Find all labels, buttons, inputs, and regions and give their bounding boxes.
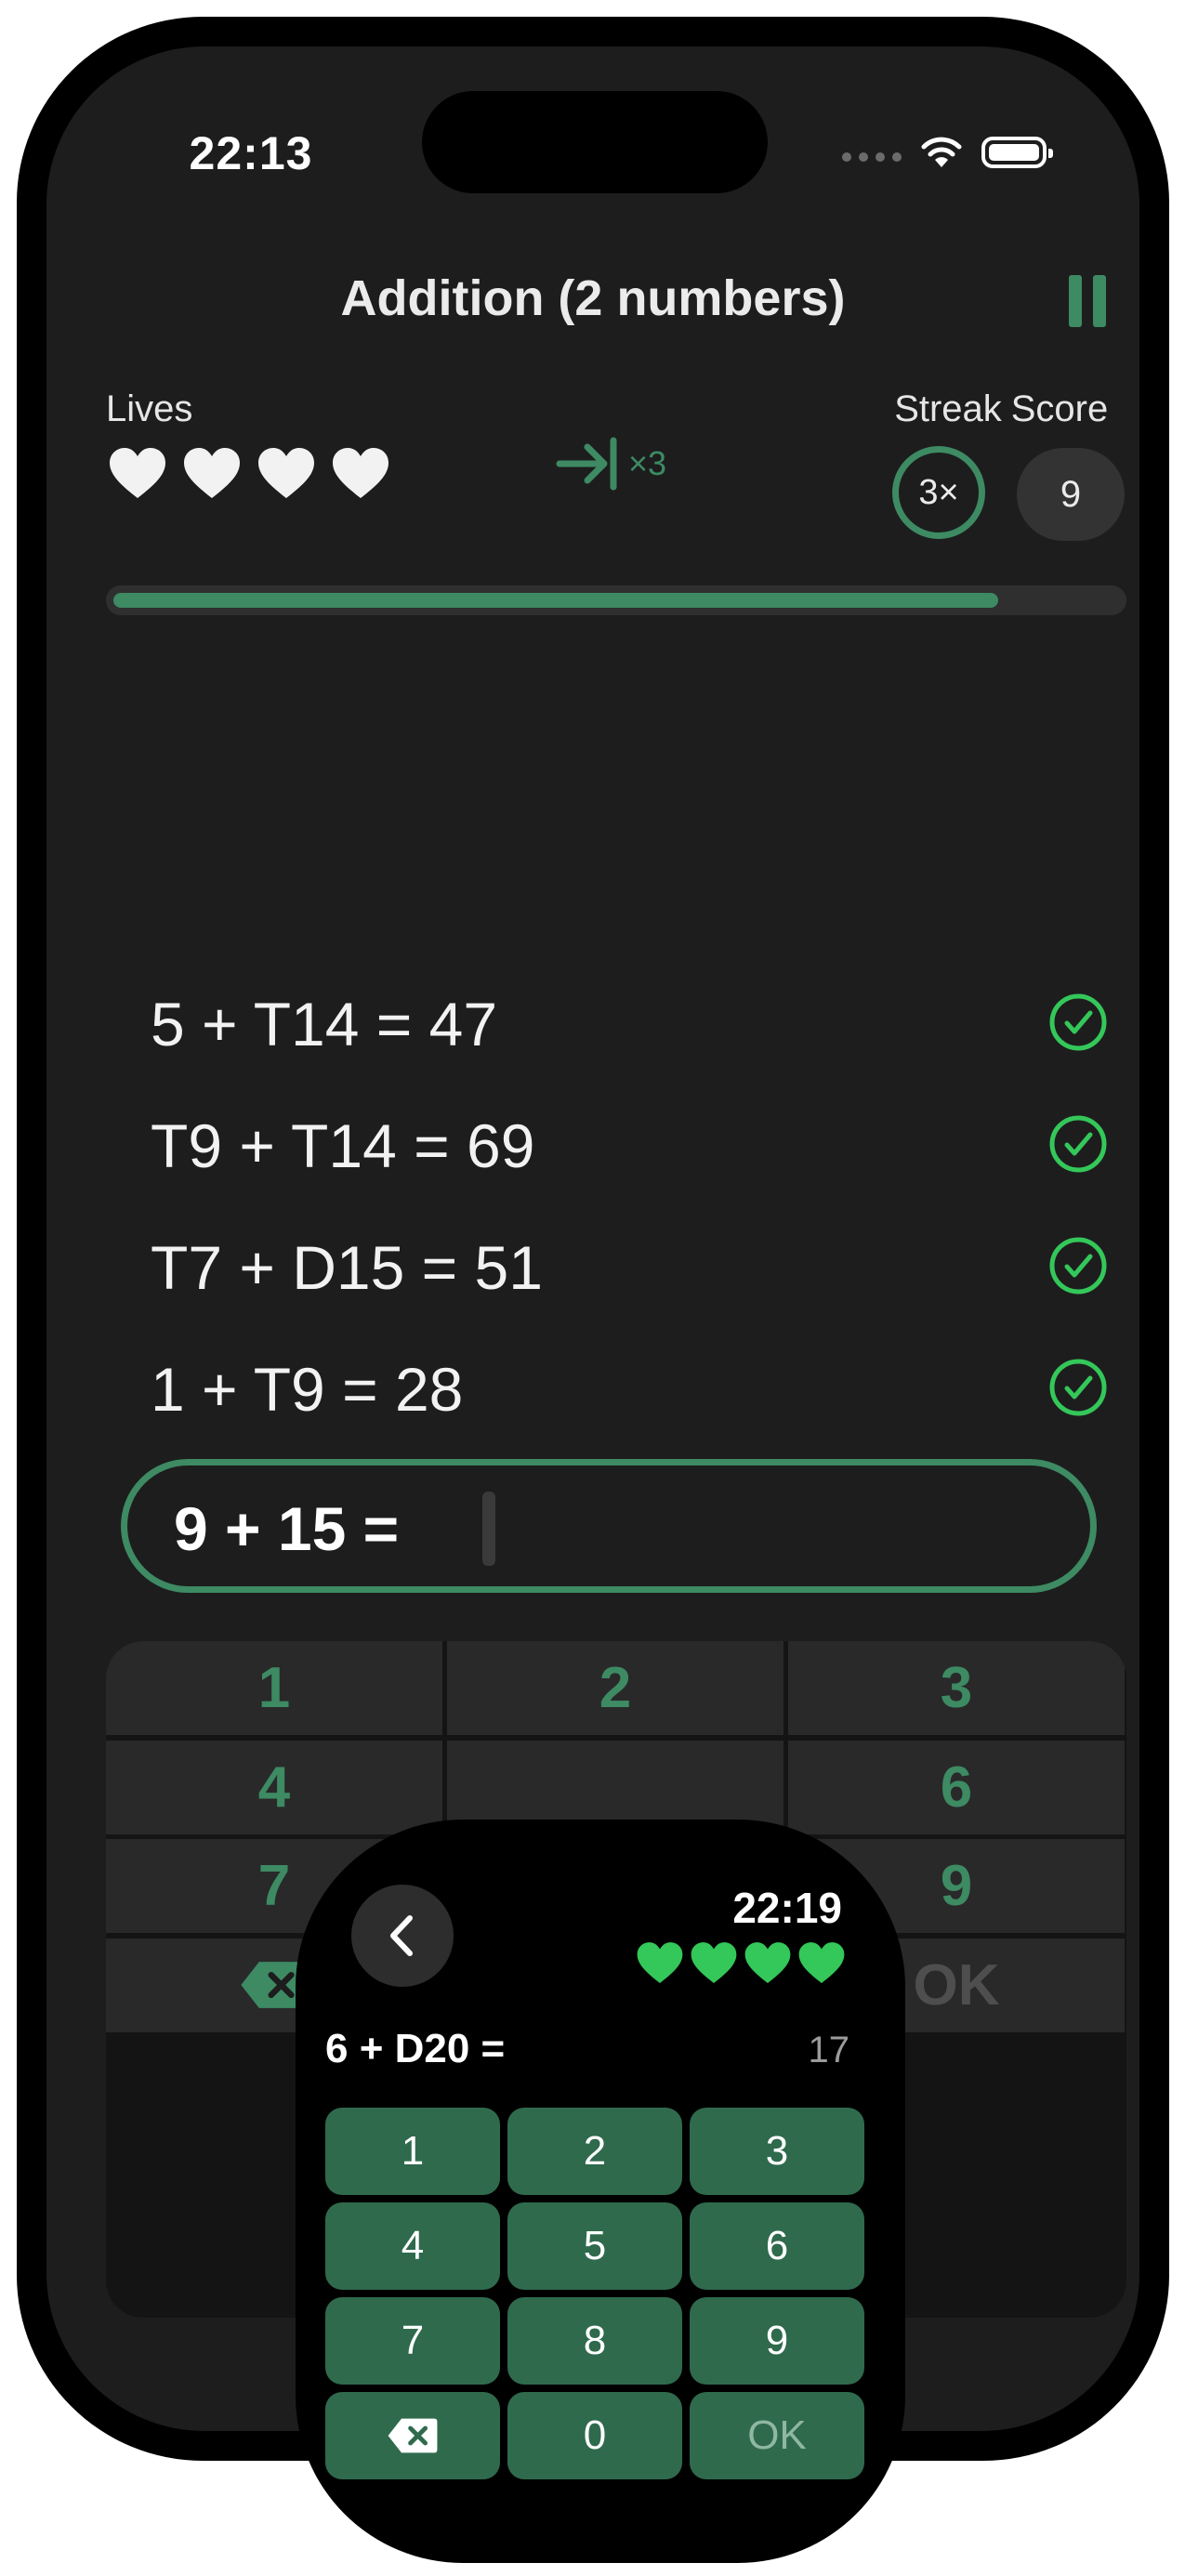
watch-key-9[interactable]: 9 bbox=[690, 2297, 864, 2385]
heart-icon bbox=[184, 448, 240, 498]
key-1[interactable]: 1 bbox=[106, 1641, 442, 1735]
answer-history: 5 + T14 = 47 T9 + T14 = 69 T7 + D15 = 51 1 … bbox=[151, 987, 1108, 1474]
key-6[interactable]: 6 bbox=[788, 1740, 1125, 1834]
heart-icon bbox=[333, 448, 388, 498]
watch-key-8[interactable]: 8 bbox=[507, 2297, 682, 2385]
watch-question: 6 + D20 = bbox=[325, 2026, 506, 2071]
heart-icon bbox=[110, 448, 165, 498]
page-title: Addition (2 numbers) bbox=[340, 270, 846, 326]
watch-backspace-key[interactable] bbox=[325, 2392, 500, 2479]
lives-label: Lives bbox=[106, 388, 193, 429]
watch-answer-hint: 17 bbox=[808, 2030, 850, 2070]
progress-bar bbox=[106, 585, 1126, 615]
watch-key-1[interactable]: 1 bbox=[325, 2108, 500, 2195]
key-4[interactable]: 4 bbox=[106, 1740, 442, 1834]
chevron-left-icon bbox=[390, 1915, 413, 1956]
watch-ok-key[interactable]: OK bbox=[690, 2392, 864, 2479]
history-row: 1 + T9 = 28 bbox=[151, 1352, 1108, 1474]
history-equation: 5 + T14 = 47 bbox=[151, 990, 498, 1058]
cellular-signal-icon bbox=[842, 143, 902, 162]
key-3[interactable]: 3 bbox=[788, 1641, 1125, 1735]
progress-fill bbox=[113, 593, 999, 608]
skip-button[interactable]: ×3 bbox=[556, 435, 666, 493]
key-2[interactable]: 2 bbox=[447, 1641, 783, 1735]
status-time: 22:13 bbox=[189, 127, 313, 179]
watch-key-3[interactable]: 3 bbox=[690, 2108, 864, 2195]
heart-icon bbox=[258, 448, 314, 498]
backspace-icon bbox=[388, 2418, 438, 2453]
history-equation: 1 + T9 = 28 bbox=[151, 1355, 464, 1424]
watch-back-button[interactable] bbox=[351, 1885, 454, 1987]
skip-forward-icon bbox=[556, 437, 617, 491]
current-question: 9 + 15 = bbox=[174, 1494, 400, 1563]
history-row: T7 + D15 = 51 bbox=[151, 1230, 1108, 1352]
dynamic-island bbox=[422, 91, 768, 193]
green-heart-icon bbox=[637, 1942, 683, 1983]
history-row: T9 + T14 = 69 bbox=[151, 1109, 1108, 1230]
watch-time: 22:19 bbox=[732, 1884, 842, 1932]
pause-button[interactable] bbox=[1067, 275, 1108, 327]
green-heart-icon bbox=[798, 1942, 845, 1983]
history-equation: T7 + D15 = 51 bbox=[151, 1233, 543, 1302]
watch-key-0[interactable]: 0 bbox=[507, 2392, 682, 2479]
history-row: 5 + T14 = 47 bbox=[151, 987, 1108, 1109]
green-heart-icon bbox=[744, 1942, 791, 1983]
status-icons bbox=[842, 132, 1053, 173]
wifi-icon bbox=[921, 137, 962, 167]
answer-input[interactable]: 9 + 15 = bbox=[121, 1459, 1097, 1593]
score-badge: 9 bbox=[1017, 448, 1125, 541]
history-equation: T9 + T14 = 69 bbox=[151, 1111, 535, 1180]
checkmark-circle-icon bbox=[1049, 1237, 1107, 1295]
input-caret bbox=[482, 1492, 495, 1566]
lives-hearts bbox=[108, 446, 390, 500]
checkmark-circle-icon bbox=[1049, 1115, 1107, 1173]
watch-lives-hearts bbox=[636, 1940, 846, 1985]
skip-multiplier: ×3 bbox=[628, 444, 667, 482]
watch-key-7[interactable]: 7 bbox=[325, 2297, 500, 2385]
green-heart-icon bbox=[691, 1942, 737, 1983]
watch-key-2[interactable]: 2 bbox=[507, 2108, 682, 2195]
watch-key-5[interactable]: 5 bbox=[507, 2202, 682, 2290]
watch-frame: 22:19 6 + D20 = 17 1 2 3 4 5 6 7 8 9 0 OK bbox=[296, 1820, 905, 2563]
score-label: Score bbox=[1010, 388, 1109, 429]
watch-key-6[interactable]: 6 bbox=[690, 2202, 864, 2290]
battery-icon bbox=[981, 137, 1053, 168]
checkmark-circle-icon bbox=[1049, 993, 1107, 1051]
watch-key-4[interactable]: 4 bbox=[325, 2202, 500, 2290]
streak-badge: 3× bbox=[892, 446, 985, 539]
checkmark-circle-icon bbox=[1049, 1359, 1107, 1416]
